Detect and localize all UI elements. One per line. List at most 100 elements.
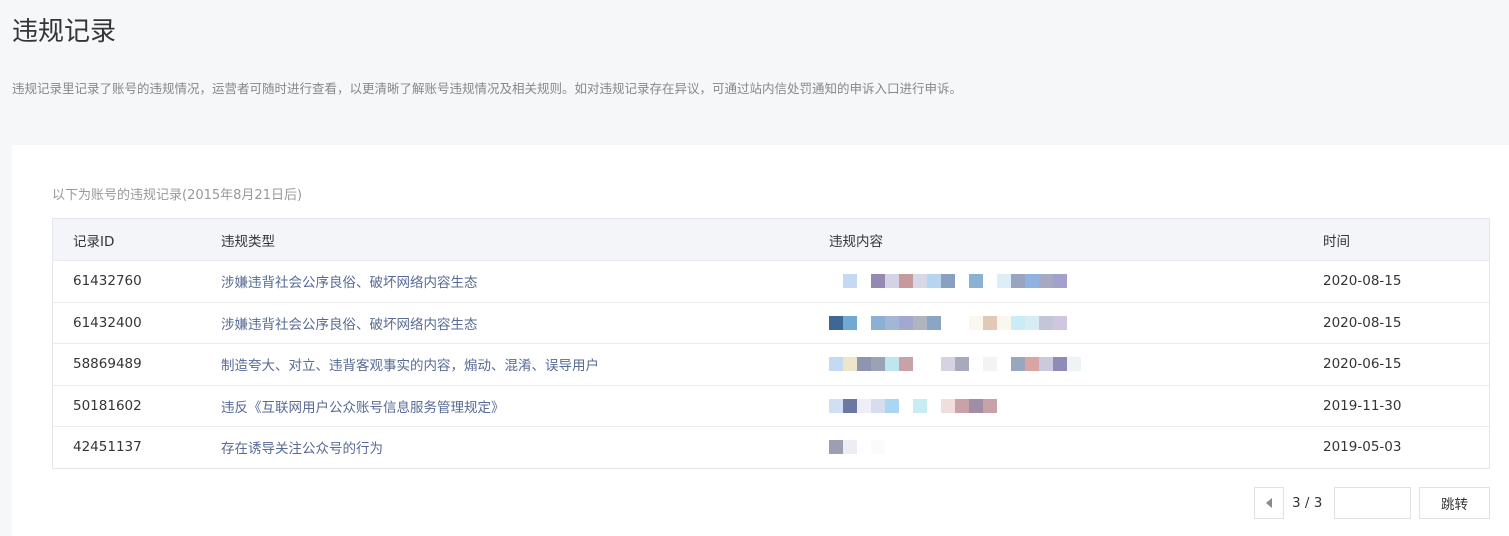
blur-pixel <box>1025 274 1039 289</box>
blur-pixel <box>997 357 1011 372</box>
blur-pixel <box>871 315 885 330</box>
blur-pixel <box>857 398 871 413</box>
table-header-row: 记录ID 违规类型 违规内容 时间 <box>53 219 1489 260</box>
blur-pixel <box>941 274 955 289</box>
blur-pixel <box>843 440 857 455</box>
blur-pixel <box>955 398 969 413</box>
blur-pixel <box>885 274 899 289</box>
blur-pixel <box>843 357 857 372</box>
blur-pixel <box>913 315 927 330</box>
record-id: 58869489 <box>73 356 142 373</box>
record-id: 61432760 <box>73 273 142 290</box>
blur-pixel <box>983 274 997 289</box>
blur-pixel <box>1067 357 1081 372</box>
table-row: 42451137 存在诱导关注公众号的行为 2019-05-03 <box>53 426 1489 468</box>
record-time: 2020-08-15 <box>1323 314 1402 331</box>
record-time: 2020-06-15 <box>1323 356 1402 373</box>
blur-pixel <box>955 357 969 372</box>
blur-pixel <box>941 315 955 330</box>
blur-pixel <box>829 357 843 372</box>
violation-content-blurred <box>829 427 885 468</box>
blur-pixel <box>955 315 969 330</box>
column-header-content: 违规内容 <box>829 233 883 250</box>
blur-pixel <box>1053 315 1067 330</box>
blur-pixel <box>1039 357 1053 372</box>
blur-pixel <box>927 274 941 289</box>
table-row: 50181602 违反《互联网用户公众账号信息服务管理规定》 2019-11-3… <box>53 384 1489 427</box>
record-id: 61432400 <box>73 314 142 331</box>
blur-pixel <box>871 440 885 455</box>
blur-pixel <box>899 398 913 413</box>
blur-pixel <box>871 274 885 289</box>
blur-pixel <box>997 274 1011 289</box>
blur-pixel <box>843 315 857 330</box>
blur-pixel <box>1039 274 1053 289</box>
blur-pixel <box>913 357 927 372</box>
violation-type-link[interactable]: 存在诱导关注公众号的行为 <box>221 427 383 468</box>
blur-pixel <box>857 315 871 330</box>
blur-pixel <box>913 274 927 289</box>
pagination-page-input[interactable] <box>1334 487 1411 519</box>
blur-pixel <box>1053 357 1067 372</box>
blur-pixel <box>1053 274 1067 289</box>
table-row: 61432400 涉嫌违背社会公序良俗、破坏网络内容生态 2020-08-15 <box>53 301 1489 344</box>
blur-pixel <box>1011 274 1025 289</box>
pagination-jump-button[interactable]: 跳转 <box>1419 487 1490 519</box>
violation-type-link[interactable]: 制造夸大、对立、违背客观事实的内容，煽动、混淆、误导用户 <box>221 344 599 385</box>
blur-pixel <box>885 357 899 372</box>
record-time: 2020-08-15 <box>1323 273 1402 290</box>
violation-type-link[interactable]: 违反《互联网用户公众账号信息服务管理规定》 <box>221 386 505 427</box>
blur-pixel <box>885 398 899 413</box>
blur-pixel <box>829 274 843 289</box>
blur-pixel <box>843 398 857 413</box>
violation-content-blurred <box>829 303 1067 344</box>
violation-records-panel: 以下为账号的违规记录(2015年8月21日后) 记录ID 违规类型 违规内容 时… <box>12 145 1509 536</box>
blur-pixel <box>899 274 913 289</box>
record-time: 2019-05-03 <box>1323 439 1402 456</box>
violation-content-blurred <box>829 386 997 427</box>
table-caption: 以下为账号的违规记录(2015年8月21日后) <box>52 188 303 203</box>
blur-pixel <box>857 440 871 455</box>
blur-pixel <box>899 357 913 372</box>
blur-pixel <box>927 315 941 330</box>
blur-pixel <box>941 357 955 372</box>
blur-pixel <box>969 274 983 289</box>
blur-pixel <box>885 315 899 330</box>
record-id: 42451137 <box>73 439 142 456</box>
triangle-left-icon <box>1266 498 1272 508</box>
blur-pixel <box>983 357 997 372</box>
blur-pixel <box>829 398 843 413</box>
blur-pixel <box>857 357 871 372</box>
blur-pixel <box>969 398 983 413</box>
blur-pixel <box>927 398 941 413</box>
blur-pixel <box>941 398 955 413</box>
pagination-prev-button[interactable] <box>1254 487 1284 519</box>
blur-pixel <box>955 274 969 289</box>
blur-pixel <box>857 274 871 289</box>
violation-type-link[interactable]: 涉嫌违背社会公序良俗、破坏网络内容生态 <box>221 261 478 302</box>
blur-pixel <box>983 398 997 413</box>
blur-pixel <box>899 315 913 330</box>
blur-pixel <box>983 315 997 330</box>
table-row: 61432760 涉嫌违背社会公序良俗、破坏网络内容生态 2020-08-15 <box>53 260 1489 302</box>
blur-pixel <box>1025 315 1039 330</box>
blur-pixel <box>969 315 983 330</box>
blur-pixel <box>1011 315 1025 330</box>
column-header-id: 记录ID <box>73 233 115 250</box>
blur-pixel <box>997 315 1011 330</box>
blur-pixel <box>871 398 885 413</box>
blur-pixel <box>927 357 941 372</box>
blur-pixel <box>969 357 983 372</box>
record-id: 50181602 <box>73 397 142 414</box>
page-description: 违规记录里记录了账号的违规情况，运营者可随时进行查看，以更清晰了解账号违规情况及… <box>12 81 963 96</box>
blur-pixel <box>1025 357 1039 372</box>
blur-pixel <box>829 440 843 455</box>
blur-pixel <box>1011 357 1025 372</box>
blur-pixel <box>1039 315 1053 330</box>
violation-table: 记录ID 违规类型 违规内容 时间 61432760 涉嫌违背社会公序良俗、破坏… <box>52 218 1490 469</box>
violation-type-link[interactable]: 涉嫌违背社会公序良俗、破坏网络内容生态 <box>221 303 478 344</box>
violation-content-blurred <box>829 344 1081 385</box>
column-header-type: 违规类型 <box>221 233 275 250</box>
blur-pixel <box>829 315 843 330</box>
blur-pixel <box>871 357 885 372</box>
